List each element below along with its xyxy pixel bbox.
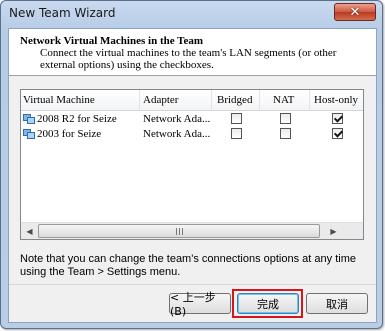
vm-network-table[interactable]: Virtual Machine Adapter Bridged NAT Host… <box>20 89 364 240</box>
vm-icon <box>23 114 35 124</box>
column-header-bridged[interactable]: Bridged <box>217 94 252 106</box>
vm-adapter: Network Ada... <box>143 113 211 125</box>
back-button[interactable]: < 上一步(B) <box>169 291 231 318</box>
finish-highlight-box <box>232 289 303 318</box>
table-header: Virtual Machine Adapter Bridged NAT Host… <box>21 90 363 111</box>
chevron-left-icon: ◀ <box>26 226 33 236</box>
column-divider[interactable] <box>211 90 212 111</box>
wizard-window: New Team Wizard ✕ Network Virtual Machin… <box>0 0 383 329</box>
grip-icon <box>176 228 184 235</box>
scroll-left-button[interactable]: ◀ <box>21 223 38 239</box>
close-button[interactable]: ✕ <box>334 3 376 21</box>
column-header-nat[interactable]: NAT <box>273 94 294 106</box>
column-header-virtual-machine[interactable]: Virtual Machine <box>23 94 95 106</box>
column-divider[interactable] <box>139 90 140 111</box>
bridged-checkbox[interactable] <box>231 113 242 124</box>
host-only-checkbox[interactable] <box>332 113 343 124</box>
column-divider[interactable] <box>309 90 310 111</box>
column-divider[interactable] <box>259 90 260 111</box>
window-title: New Team Wizard <box>9 6 116 20</box>
chevron-right-icon: ▶ <box>330 226 337 236</box>
column-header-host-only[interactable]: Host-only <box>314 94 358 106</box>
page-title: Network Virtual Machines in the Team <box>20 35 204 47</box>
wizard-client-area: Network Virtual Machines in the Team Con… <box>8 28 377 323</box>
close-icon: ✕ <box>349 4 361 20</box>
cancel-button[interactable]: 取消 <box>306 293 368 314</box>
host-only-checkbox[interactable] <box>332 128 343 139</box>
nat-checkbox[interactable] <box>280 113 291 124</box>
column-header-adapter[interactable]: Adapter <box>143 94 178 106</box>
scroll-right-button[interactable]: ▶ <box>325 223 342 239</box>
table-row[interactable]: 2008 R2 for Seize Network Ada... <box>21 112 361 127</box>
wizard-header: Network Virtual Machines in the Team Con… <box>9 29 376 76</box>
bridged-checkbox[interactable] <box>231 128 242 139</box>
nat-checkbox[interactable] <box>280 128 291 139</box>
vm-name: 2008 R2 for Seize <box>37 113 117 125</box>
horizontal-scrollbar[interactable]: ◀ ▶ <box>21 222 363 239</box>
vm-icon <box>23 129 35 139</box>
table-row[interactable]: 2003 for Seize Network Ada... <box>21 127 361 142</box>
page-description: Connect the virtual machines to the team… <box>40 47 337 71</box>
title-bar: New Team Wizard ✕ <box>1 1 382 27</box>
settings-note: Note that you can change the team's conn… <box>20 253 356 278</box>
vm-name: 2003 for Seize <box>37 128 102 140</box>
vm-adapter: Network Ada... <box>143 128 211 140</box>
scroll-thumb[interactable] <box>38 224 320 238</box>
footer-divider <box>9 284 376 285</box>
